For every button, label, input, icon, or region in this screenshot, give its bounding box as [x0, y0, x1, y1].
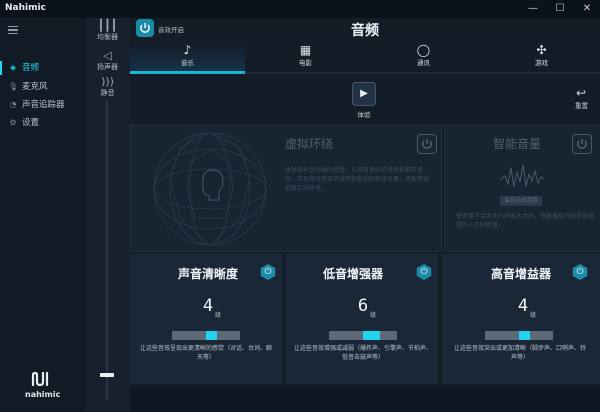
virtual-surround-desc: 体验极声音包围的感受。从而有更好的音场和细节感知。实现游戏音效沉浸感和影视的极佳…: [285, 167, 430, 192]
mute-icon: ))): [101, 75, 114, 88]
power-icon: [140, 23, 150, 33]
tab-communication[interactable]: ◯ 通讯: [366, 43, 481, 68]
tab-label: 通讯: [417, 59, 430, 67]
equalizer-label: 均衡器: [97, 33, 118, 41]
equalizer-button[interactable]: ┃┃┃ 均衡器: [85, 20, 130, 42]
card-desc: 让这些音效突出或更加清晰（脚步声、口哨声、铃声等）: [453, 345, 586, 361]
tab-music[interactable]: ♪ 音乐: [130, 43, 245, 68]
sidebar-item-label: 音频: [22, 63, 40, 73]
volume-slider-handle[interactable]: [100, 373, 114, 377]
sidebar-item-label: 麦克风: [22, 82, 48, 92]
slider-fill: [519, 331, 530, 340]
slider-fill: [206, 331, 217, 340]
card-unit: 级: [370, 312, 377, 319]
window-title: Nahimic: [5, 3, 46, 13]
speaker-icon: ◈: [9, 63, 17, 72]
sidebar-item-sound-tracker[interactable]: ◔ 声音追踪器: [0, 96, 85, 114]
tab-game[interactable]: ✣ 游戏: [484, 43, 599, 68]
speaker-button[interactable]: ◁ 扬声器: [85, 50, 130, 72]
slider-fill: [363, 331, 380, 340]
virtual-surround-title: 虚拟环绕: [285, 137, 334, 151]
nahimic-logo-icon: [31, 371, 49, 387]
bass-boost-slider[interactable]: [329, 331, 397, 340]
speaker-label: 扬声器: [97, 63, 118, 71]
reset-label[interactable]: 重置: [575, 100, 588, 110]
waveform-icon: [500, 164, 544, 188]
hamburger-menu-icon[interactable]: [8, 26, 18, 34]
sidebar-item-label: 声音追踪器: [22, 100, 65, 110]
clapperboard-icon: ▦: [299, 43, 312, 57]
card-unit: 级: [215, 312, 222, 319]
smart-volume-desc: 使音量不会太大小声或太大声，依据播放内容自动调整的入不同音量。: [456, 213, 595, 229]
title-bar: [0, 0, 600, 18]
power-icon: [422, 139, 432, 149]
equalizer-icon: ┃┃┃: [97, 19, 118, 32]
treble-boost-slider[interactable]: [485, 331, 553, 340]
card-title: 低音增强器: [323, 267, 384, 281]
smart-volume-power-button[interactable]: [572, 134, 592, 154]
tab-label: 游戏: [535, 59, 548, 67]
volume-slider-track[interactable]: [106, 100, 108, 400]
reset-icon[interactable]: ↩: [576, 86, 586, 100]
music-note-icon: ♪: [183, 43, 192, 57]
nahimic-logo-text: nahimic: [25, 390, 61, 399]
microphone-icon: 🎙︎: [8, 82, 19, 91]
mute-button[interactable]: ))) 静音: [85, 76, 130, 98]
sidebar-item-settings[interactable]: ⚙ 设置: [0, 114, 85, 132]
speaker-icon: ◁: [103, 49, 112, 62]
sidebar-item-microphone[interactable]: 🎙︎ 麦克风: [0, 78, 85, 96]
smart-volume-mode-button[interactable]: 最佳动态范围: [500, 196, 542, 206]
card-title: 声音清晰度: [178, 267, 239, 281]
gamepad-icon: ✣: [536, 43, 547, 57]
play-label: 体验: [357, 111, 371, 119]
effect-toggle-label: 音效开启: [158, 26, 184, 34]
sidebar-item-label: 设置: [22, 118, 40, 128]
tab-movie[interactable]: ▦ 电影: [248, 43, 363, 68]
card-unit: 级: [530, 312, 537, 319]
voice-clarity-slider[interactable]: [172, 331, 240, 340]
close-icon[interactable]: ✕: [574, 1, 600, 17]
mute-label: 静音: [100, 89, 115, 97]
card-desc: 让这些音效呈现出更清晰的感觉（对话、台词、聊天等）: [140, 345, 273, 361]
tab-label: 电影: [299, 59, 312, 67]
chat-bubble-icon: ◯: [416, 43, 431, 57]
bottom-bar: [130, 388, 600, 412]
sidebar-item-audio[interactable]: ◈ 音频: [0, 59, 85, 77]
card-desc: 让这些音效增强或减弱（爆炸声、引擎声、节拍声、低音击鼓声等）: [294, 345, 433, 361]
radar-icon: ◔: [9, 100, 17, 109]
play-button[interactable]: ▶: [352, 82, 376, 106]
maximize-icon[interactable]: ☐: [547, 1, 573, 17]
power-icon: [577, 139, 587, 149]
page-title: 音频: [351, 23, 379, 39]
tab-label: 音乐: [181, 59, 194, 67]
play-icon: ▶: [360, 88, 368, 99]
gear-icon: ⚙: [9, 118, 17, 127]
minimize-icon[interactable]: —: [520, 1, 546, 17]
virtual-surround-power-button[interactable]: [417, 134, 437, 154]
smart-volume-title: 智能音量: [493, 137, 542, 151]
active-tab-underline: [130, 71, 245, 74]
sphere-head-illustration-icon: [153, 132, 267, 246]
card-title: 高音增益器: [491, 267, 552, 281]
effect-power-button[interactable]: [136, 19, 154, 37]
